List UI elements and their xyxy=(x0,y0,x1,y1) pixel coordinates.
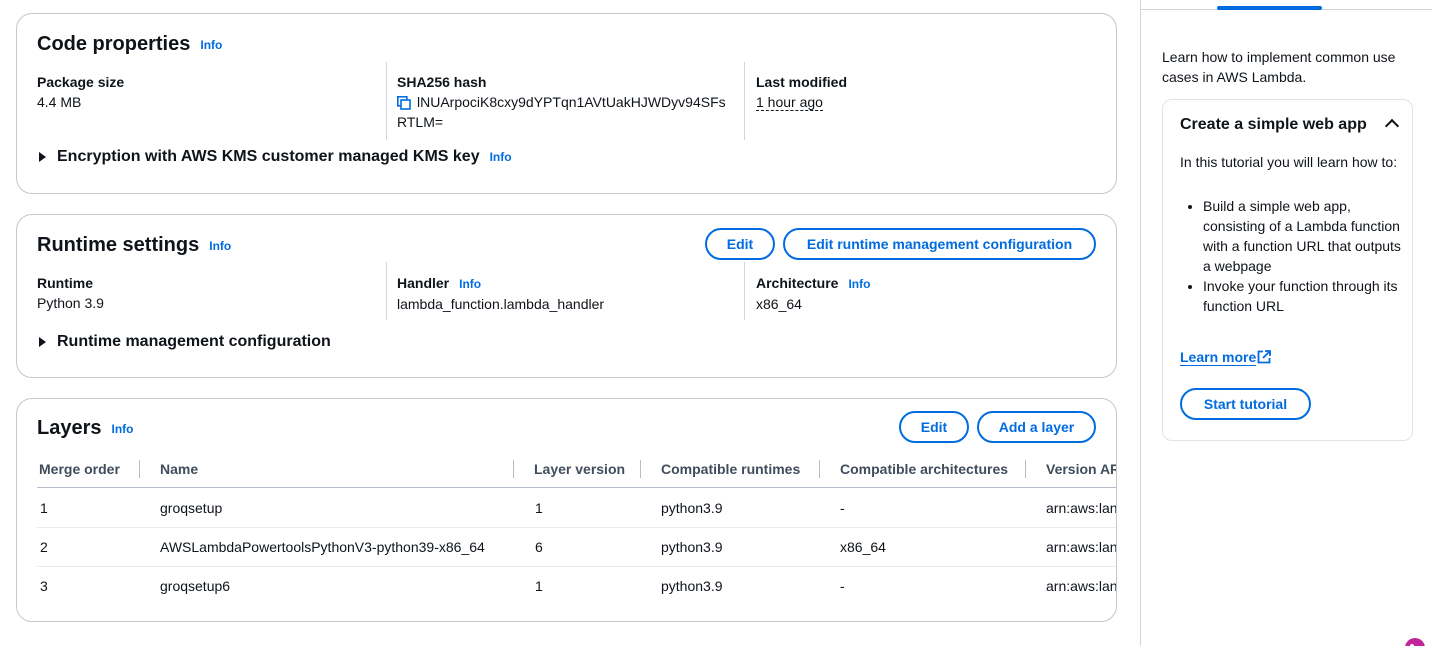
sha256-value-line1: lNUArpociK8cxy9dYPTqn1AVtUakHJWDyv94SFs xyxy=(417,94,726,110)
column-resizer[interactable] xyxy=(640,460,641,478)
runtime-settings-card: Runtime settings Info Edit Edit runtime m… xyxy=(16,214,1117,378)
encryption-info-link[interactable]: Info xyxy=(490,150,512,164)
cell-merge-order: 3 xyxy=(40,578,48,594)
list-item: Build a simple web app, consisting of a … xyxy=(1203,196,1403,276)
cell-architectures: - xyxy=(840,500,845,516)
cell-merge-order: 1 xyxy=(40,500,48,516)
caret-right-icon xyxy=(39,152,46,162)
table-row: 1 groqsetup 1 python3.9 - arn:aws:lan xyxy=(37,489,1117,528)
runtime-settings-info-link[interactable]: Info xyxy=(209,239,231,253)
caret-right-icon xyxy=(39,337,46,347)
column-resizer[interactable] xyxy=(513,460,514,478)
cell-architectures: - xyxy=(840,578,845,594)
architecture-label: Architecture xyxy=(756,275,839,291)
assistant-icon[interactable] xyxy=(1403,636,1427,646)
tutorial-card: Create a simple web app In this tutorial… xyxy=(1162,99,1413,441)
handler-value: lambda_function.lambda_handler xyxy=(397,296,605,313)
column-divider xyxy=(386,62,387,140)
architecture-field: Architecture Info x86_64 xyxy=(756,273,870,314)
cell-version: 1 xyxy=(535,500,543,516)
architecture-value: x86_64 xyxy=(756,296,802,313)
column-header-name[interactable]: Name xyxy=(160,459,198,479)
column-header-compatible-runtimes[interactable]: Compatible runtimes xyxy=(661,459,800,479)
column-header-compatible-architectures[interactable]: Compatible architectures xyxy=(840,459,1008,479)
column-resizer[interactable] xyxy=(819,460,820,478)
column-header-version-arn[interactable]: Version AR xyxy=(1046,459,1116,479)
handler-info-link[interactable]: Info xyxy=(459,277,481,291)
runtime-label: Runtime xyxy=(37,275,93,291)
layers-title: Layers Info xyxy=(37,417,134,439)
external-link-icon[interactable] xyxy=(1257,350,1271,364)
last-modified-value[interactable]: 1 hour ago xyxy=(756,94,823,111)
layers-edit-button[interactable]: Edit xyxy=(899,411,969,443)
sidebar-intro: Learn how to implement common use cases … xyxy=(1162,49,1396,85)
column-header-layer-version[interactable]: Layer version xyxy=(534,459,625,479)
runtime-management-expander[interactable]: Runtime management configuration xyxy=(39,333,331,351)
cell-version: 6 xyxy=(535,539,543,555)
tutorials-sidebar: Learn how to implement common use cases … xyxy=(1140,0,1432,646)
add-layer-button[interactable]: Add a layer xyxy=(977,411,1096,443)
column-divider xyxy=(744,62,745,140)
cell-runtimes: python3.9 xyxy=(661,578,723,594)
cell-version: 1 xyxy=(535,578,543,594)
runtime-management-label: Runtime management configuration xyxy=(57,333,331,350)
package-size-field: Package size 4.4 MB xyxy=(37,72,124,112)
code-properties-info-link[interactable]: Info xyxy=(200,38,222,52)
package-size-label: Package size xyxy=(37,74,125,90)
package-size-value: 4.4 MB xyxy=(37,94,82,110)
cell-name: AWSLambdaPowertoolsPythonV3-python39-x86… xyxy=(160,539,485,555)
cell-arn: arn:aws:lan xyxy=(1046,539,1117,555)
encryption-expander[interactable]: Encryption with AWS KMS customer managed… xyxy=(39,148,512,166)
tutorial-steps: Build a simple web app, consisting of a … xyxy=(1203,196,1403,316)
table-row: 3 groqsetup6 1 python3.9 - arn:aws:lan xyxy=(37,566,1117,605)
column-divider xyxy=(744,262,745,320)
column-resizer[interactable] xyxy=(139,460,140,478)
code-properties-title: Code properties Info xyxy=(37,33,223,55)
sha256-field: SHA256 hash lNUArpociK8cxy9dYPTqn1AVtUak… xyxy=(397,72,742,132)
cell-arn: arn:aws:lan xyxy=(1046,578,1117,594)
runtime-field: Runtime Python 3.9 xyxy=(37,273,104,313)
tutorial-body: In this tutorial you will learn how to: xyxy=(1180,154,1398,170)
handler-field: Handler Info lambda_function.lambda_handl… xyxy=(397,273,604,314)
layers-info-link[interactable]: Info xyxy=(112,422,134,436)
cell-name: groqsetup6 xyxy=(160,578,231,594)
code-properties-card: Code properties Info Package size 4.4 MB … xyxy=(16,13,1117,194)
learn-more-link[interactable]: Learn more xyxy=(1180,349,1257,366)
column-divider xyxy=(386,262,387,320)
last-modified-field: Last modified 1 hour ago xyxy=(756,72,847,112)
runtime-value: Python 3.9 xyxy=(37,295,104,311)
runtime-edit-button[interactable]: Edit xyxy=(705,228,775,260)
main-content: Code properties Info Package size 4.4 MB … xyxy=(0,0,1140,646)
cell-runtimes: python3.9 xyxy=(661,500,723,516)
column-header-merge-order[interactable]: Merge order xyxy=(39,459,120,479)
cell-runtimes: python3.9 xyxy=(661,539,723,555)
chevron-up-icon[interactable] xyxy=(1384,118,1400,134)
column-resizer[interactable] xyxy=(1025,460,1026,478)
edit-runtime-management-button[interactable]: Edit runtime management configuration xyxy=(783,228,1096,260)
copy-icon[interactable] xyxy=(397,96,411,111)
active-tab-indicator[interactable] xyxy=(1217,6,1322,10)
layers-card: Layers Info Edit Add a layer Merge order … xyxy=(16,398,1117,622)
handler-label: Handler xyxy=(397,275,450,291)
architecture-info-link[interactable]: Info xyxy=(848,277,870,291)
cell-name: groqsetup xyxy=(160,500,223,516)
cell-arn: arn:aws:lan xyxy=(1046,500,1117,516)
runtime-settings-title: Runtime settings Info xyxy=(37,234,232,256)
tutorial-title[interactable]: Create a simple web app xyxy=(1180,116,1367,134)
cell-merge-order: 2 xyxy=(40,539,48,555)
last-modified-label: Last modified xyxy=(756,74,848,90)
cell-architectures: x86_64 xyxy=(840,539,886,555)
table-header-divider xyxy=(37,487,1116,488)
start-tutorial-button[interactable]: Start tutorial xyxy=(1180,388,1311,420)
sha256-value-line2: RTLM= xyxy=(397,114,444,130)
encryption-label: Encryption with AWS KMS customer managed… xyxy=(57,148,480,165)
sha256-label: SHA256 hash xyxy=(397,74,487,90)
table-row: 2 AWSLambdaPowertoolsPythonV3-python39-x… xyxy=(37,527,1117,566)
list-item: Invoke your function through its functio… xyxy=(1203,276,1403,316)
